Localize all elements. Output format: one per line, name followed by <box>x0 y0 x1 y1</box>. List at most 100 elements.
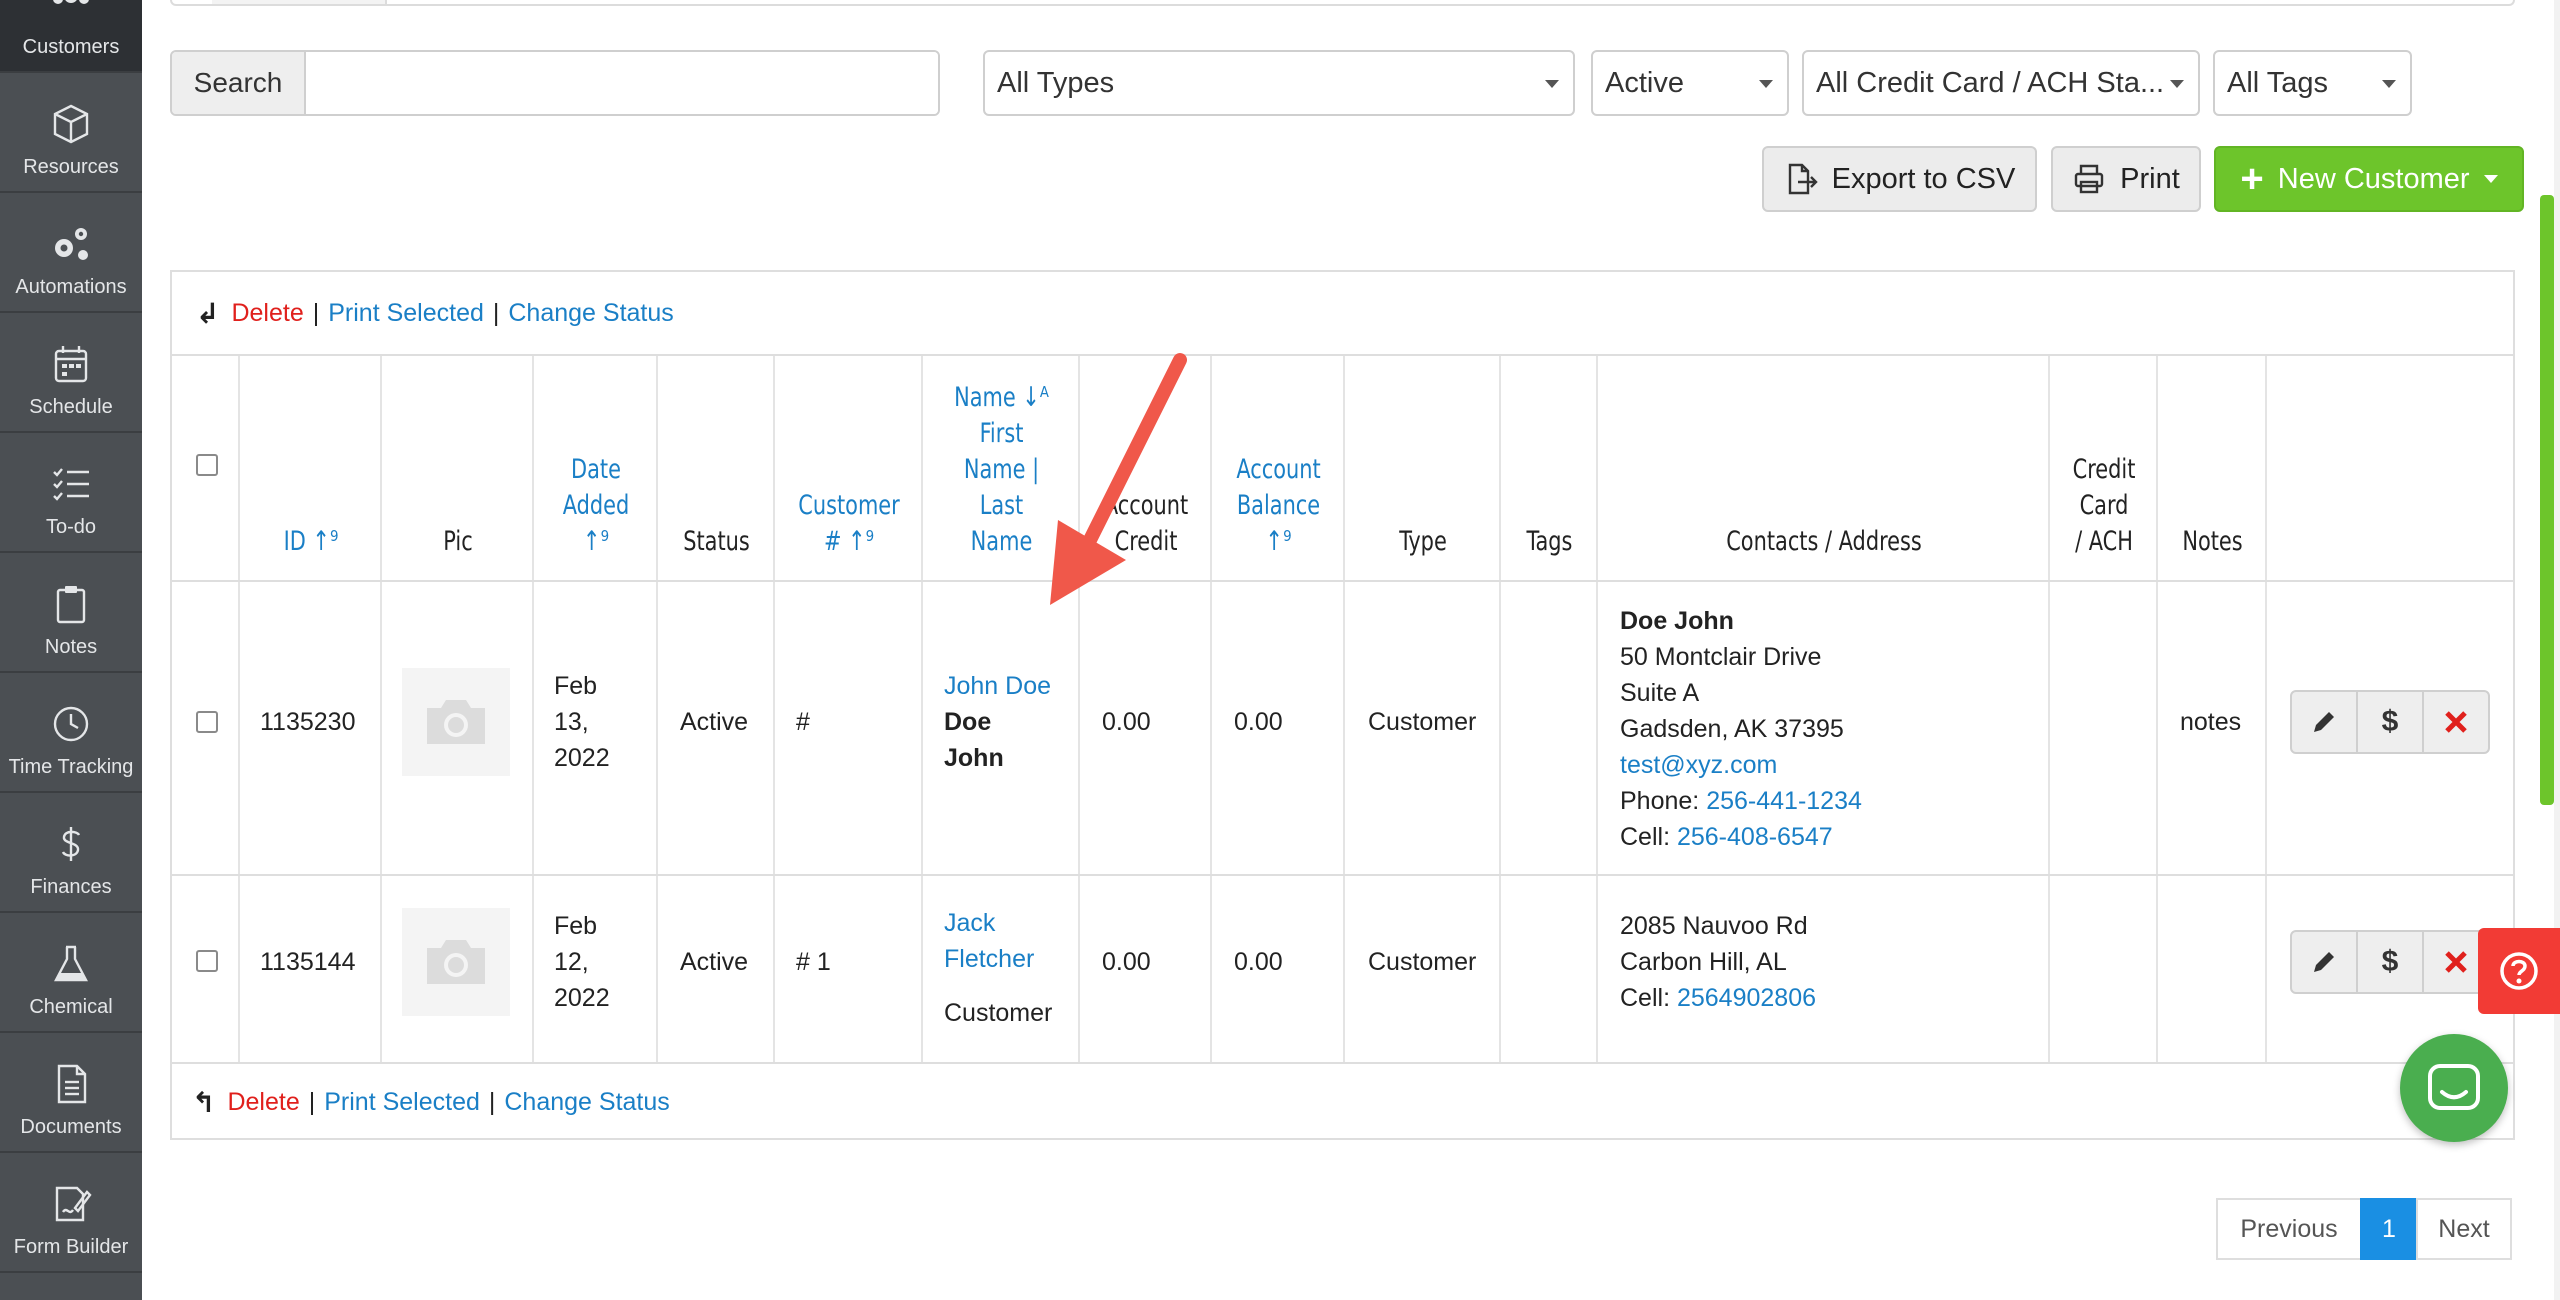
header-name-line: Last <box>979 490 1024 521</box>
search-group: Search <box>170 50 940 116</box>
card-status-filter-select[interactable]: All Credit Card / ACH Sta... <box>1802 50 2200 116</box>
payment-button[interactable]: $ <box>2356 690 2424 754</box>
sidebar-item-chemical[interactable]: Chemical <box>0 915 142 1033</box>
previous-page-button[interactable]: Previous <box>2216 1198 2362 1260</box>
page-1-button[interactable]: 1 <box>2360 1198 2418 1260</box>
printer-icon <box>2074 164 2104 194</box>
help-button[interactable] <box>2478 928 2560 1014</box>
top-tab-stub[interactable] <box>212 0 387 4</box>
header-name[interactable]: Name ↓ᴬ First Name | Last Name <box>934 356 1069 580</box>
edit-button[interactable] <box>2290 930 2358 994</box>
sidebar-item-customers[interactable]: Customers <box>0 0 142 73</box>
row-type: Customer <box>1368 708 1477 736</box>
bulk-print-selected-link[interactable]: Print Selected <box>328 299 484 328</box>
sidebar-item-time-tracking[interactable]: Time Tracking <box>0 675 142 793</box>
row-date-line: Feb <box>554 672 598 700</box>
chat-launcher-button[interactable] <box>2400 1034 2508 1142</box>
row-account-credit: 0.00 <box>1102 708 1151 736</box>
dollar-icon: $ <box>2381 705 2399 738</box>
export-csv-button[interactable]: Export to CSV <box>1762 146 2037 212</box>
flask-icon <box>54 945 88 982</box>
row-date-added: Feb 12, 2022 <box>554 908 610 1016</box>
arrow-up-icon: ↰ <box>192 1086 216 1118</box>
form-builder-icon <box>55 1186 92 1222</box>
header-account-balance-line: Account <box>1236 454 1321 485</box>
row-contacts: 2085 Nauvoo Rd Carbon Hill, AL Cell: 256… <box>1620 892 1816 1032</box>
next-page-button[interactable]: Next <box>2416 1198 2512 1260</box>
customer-name-first: John <box>944 744 1004 772</box>
customer-name-last: Doe <box>944 708 992 736</box>
header-account-credit: Account Credit <box>1089 356 1203 580</box>
row-divider <box>172 874 2513 876</box>
header-date-added[interactable]: Date Added ↑⁹ <box>543 356 650 580</box>
header-pic: Pic <box>443 526 473 557</box>
tags-filter-select[interactable]: All Tags <box>2213 50 2412 116</box>
print-button[interactable]: Print <box>2051 146 2201 212</box>
bulk-delete-link[interactable]: Delete <box>231 299 303 328</box>
header-name-line: Name ↓ᴬ <box>954 382 1049 413</box>
bulk-delete-link[interactable]: Delete <box>227 1088 299 1117</box>
row-status: Active <box>680 708 749 736</box>
phone-line: Phone: 256-441-1234 <box>1620 783 1862 819</box>
sidebar-item-notes[interactable]: Notes <box>0 555 142 673</box>
select-all-checkbox[interactable] <box>196 454 218 476</box>
bulk-change-status-link[interactable]: Change Status <box>504 1088 669 1117</box>
phone-link[interactable]: 256-441-1234 <box>1706 787 1862 815</box>
page-scrollbar[interactable] <box>2554 0 2560 1300</box>
sidebar-item-documents[interactable]: Documents <box>0 1035 142 1153</box>
new-customer-button[interactable]: + New Customer <box>2214 146 2524 212</box>
customer-name-link[interactable]: John Doe <box>944 668 1051 704</box>
edit-button[interactable] <box>2290 690 2358 754</box>
plus-icon: + <box>2240 157 2264 201</box>
bulk-change-status-link[interactable]: Change Status <box>508 299 673 328</box>
dollar-icon: $ <box>2381 945 2399 978</box>
address-line: Suite A <box>1620 679 1700 707</box>
cell-link[interactable]: 256-408-6547 <box>1677 823 1833 851</box>
header-divider <box>172 580 2513 582</box>
sidebar-item-label: Chemical <box>29 996 113 1018</box>
header-name-line: First <box>979 418 1024 449</box>
status-filter-value: Active <box>1605 66 1684 99</box>
sidebar-item-schedule[interactable]: Schedule <box>0 315 142 433</box>
sidebar-item-automations[interactable]: Automations <box>0 195 142 313</box>
row-type: Customer <box>1368 948 1477 976</box>
separator: | <box>492 298 500 327</box>
chevron-down-icon <box>1545 80 1559 88</box>
status-filter-select[interactable]: Active <box>1591 50 1789 116</box>
separator: | <box>308 1087 316 1116</box>
address-line: 2085 Nauvoo Rd <box>1620 912 1808 940</box>
row-checkbox[interactable] <box>196 950 218 972</box>
customer-name-link[interactable]: Jack Fletcher <box>944 905 1052 977</box>
row-name: John Doe Doe John <box>944 668 1051 776</box>
header-customer-no[interactable]: Customer # ↑⁹ <box>785 356 912 580</box>
payment-button[interactable]: $ <box>2356 930 2424 994</box>
top-tab-strip <box>170 0 2515 6</box>
cell-link[interactable]: 2564902806 <box>1677 984 1816 1012</box>
camera-icon <box>427 700 485 744</box>
row-actions: $ <box>2290 690 2490 754</box>
row-account-balance: 0.00 <box>1234 708 1283 736</box>
sidebar-item-finances[interactable]: Finances <box>0 795 142 913</box>
row-checkbox[interactable] <box>196 711 218 733</box>
sidebar-item-label: Form Builder <box>13 1236 129 1258</box>
header-id[interactable]: ID ↑⁹ <box>250 356 372 580</box>
bulk-print-selected-link[interactable]: Print Selected <box>324 1088 480 1117</box>
search-label: Search <box>172 52 306 114</box>
header-date-added-line: Date <box>571 454 621 485</box>
type-filter-select[interactable]: All Types <box>983 50 1575 116</box>
pencil-icon <box>2314 952 2334 972</box>
sidebar-item-resources[interactable]: Resources <box>0 75 142 193</box>
email-link[interactable]: test@xyz.com <box>1620 747 1862 783</box>
sidebar-item-todo[interactable]: To-do <box>0 435 142 553</box>
sidebar-item-form-builder[interactable]: Form Builder <box>0 1155 142 1273</box>
header-name-line: Name <box>970 526 1033 557</box>
row-account-credit: 0.00 <box>1102 948 1151 976</box>
cell-line: Cell: 2564902806 <box>1620 980 1816 1016</box>
sort-icon: ↑⁹ <box>1265 526 1292 557</box>
delete-row-button[interactable] <box>2422 690 2490 754</box>
header-account-balance[interactable]: Account Balance ↑⁹ <box>1221 356 1335 580</box>
search-input[interactable] <box>306 52 938 114</box>
row-id: 1135230 <box>260 708 356 736</box>
customers-panel: ↲ Delete | Print Selected | Change Statu… <box>170 270 2515 1140</box>
pencil-icon <box>2314 712 2334 732</box>
